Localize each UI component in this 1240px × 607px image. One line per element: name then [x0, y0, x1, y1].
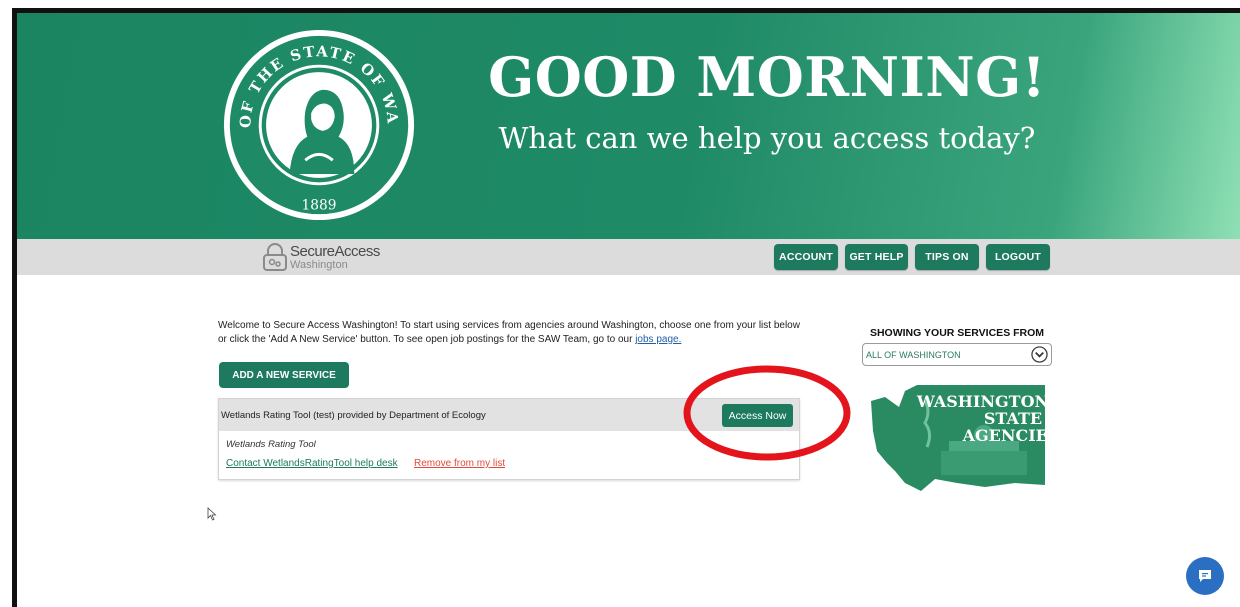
service-title: Wetlands Rating Tool (test) provided by … — [221, 410, 486, 421]
chat-bubble-icon — [1199, 570, 1211, 582]
secure-access-logo[interactable]: SecureAccess Washington — [262, 241, 380, 273]
greeting-subtitle: What can we help you access today? — [498, 121, 1036, 155]
tips-on-button[interactable]: TIPS ON — [915, 244, 979, 270]
washington-state-seal: THE SEAL OF THE STATE OF WASHINGTON 1889 — [221, 27, 415, 221]
contact-help-desk-link[interactable]: Contact WetlandsRatingTool help desk — [226, 458, 398, 469]
highlight-circle-annotation — [683, 365, 851, 461]
region-select[interactable]: ALL OF WASHINGTON — [862, 343, 1052, 366]
mouse-cursor-icon — [207, 507, 217, 521]
lock-icon — [263, 243, 287, 271]
chat-button[interactable] — [1186, 557, 1224, 595]
welcome-message: Welcome to Secure Access Washington! To … — [218, 319, 808, 347]
logout-button[interactable]: LOGOUT — [986, 244, 1050, 270]
remove-from-list-link[interactable]: Remove from my list — [414, 458, 505, 469]
brand-subtitle: Washington — [290, 258, 348, 271]
brand-name: SecureAccess — [290, 242, 380, 260]
services-filter-heading: SHOWING YOUR SERVICES FROM — [869, 327, 1045, 339]
jobs-page-link[interactable]: jobs page. — [635, 334, 681, 345]
add-new-service-button[interactable]: ADD A NEW SERVICE — [219, 362, 349, 388]
page-header: THE SEAL OF THE STATE OF WASHINGTON 1889… — [17, 13, 1240, 239]
account-button[interactable]: ACCOUNT — [774, 244, 838, 270]
washington-state-agencies-map[interactable]: WASHINGTON STATE AGENCIES — [865, 371, 1065, 499]
region-select-value: ALL OF WASHINGTON — [866, 350, 961, 360]
get-help-button[interactable]: GET HELP — [845, 244, 908, 270]
top-nav-bar: SecureAccess Washington ACCOUNT GET HELP… — [17, 239, 1240, 275]
map-label-line3: AGENCIES — [962, 426, 1060, 445]
service-description: Wetlands Rating Tool — [226, 439, 316, 450]
chevron-down-icon — [1031, 346, 1048, 363]
welcome-text: Welcome to Secure Access Washington! To … — [218, 320, 800, 345]
greeting-heading: GOOD MORNING! — [488, 45, 1046, 109]
seal-year: 1889 — [302, 197, 337, 213]
browser-frame: THE SEAL OF THE STATE OF WASHINGTON 1889… — [12, 8, 1240, 607]
